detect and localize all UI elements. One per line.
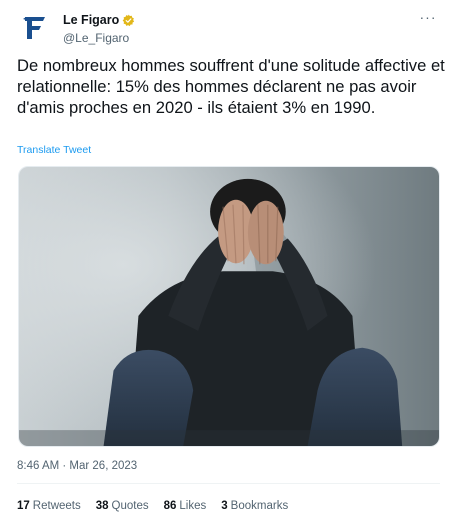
divider bbox=[17, 483, 440, 484]
likes-count: 86 bbox=[163, 500, 177, 512]
author-names: Le Figaro @Le_Figaro bbox=[63, 11, 135, 46]
handle[interactable]: @Le_Figaro bbox=[63, 30, 135, 46]
tweet-text: De nombreux hommes souffrent d'une solit… bbox=[17, 56, 445, 117]
retweets-label: Retweets bbox=[32, 500, 81, 512]
retweets-stat[interactable]: 17 Retweets bbox=[17, 500, 81, 512]
retweets-count: 17 bbox=[17, 500, 30, 512]
tweet-timestamp[interactable]: 8:46 AM · Mar 26, 2023 bbox=[17, 460, 137, 472]
bookmarks-count: 3 bbox=[221, 500, 228, 512]
tweet-image[interactable] bbox=[18, 166, 440, 447]
quotes-label: Quotes bbox=[111, 500, 149, 512]
bookmarks-stat[interactable]: 3 Bookmarks bbox=[221, 500, 288, 512]
quotes-stat[interactable]: 38 Quotes bbox=[96, 500, 149, 512]
tweet-header: Le Figaro @Le_Figaro ··· bbox=[17, 10, 440, 46]
tweet-card: Le Figaro @Le_Figaro ··· De nombreux hom… bbox=[0, 0, 457, 527]
verified-badge-icon bbox=[122, 14, 135, 26]
display-name[interactable]: Le Figaro bbox=[63, 12, 135, 28]
engagement-stats: 17 Retweets 38 Quotes 86 Likes 3 Bookmarks bbox=[17, 500, 288, 512]
display-name-text: Le Figaro bbox=[63, 13, 120, 27]
man-hiding-face-photo bbox=[19, 167, 439, 446]
translate-tweet-link[interactable]: Translate Tweet bbox=[17, 144, 91, 156]
bookmarks-label: Bookmarks bbox=[230, 500, 289, 512]
likes-stat[interactable]: 86 Likes bbox=[164, 500, 207, 512]
quotes-count: 38 bbox=[95, 500, 109, 512]
avatar[interactable] bbox=[17, 10, 53, 46]
likes-label: Likes bbox=[179, 500, 207, 512]
figaro-f-logo-icon bbox=[23, 17, 45, 39]
ellipsis-icon[interactable]: ··· bbox=[416, 10, 440, 30]
